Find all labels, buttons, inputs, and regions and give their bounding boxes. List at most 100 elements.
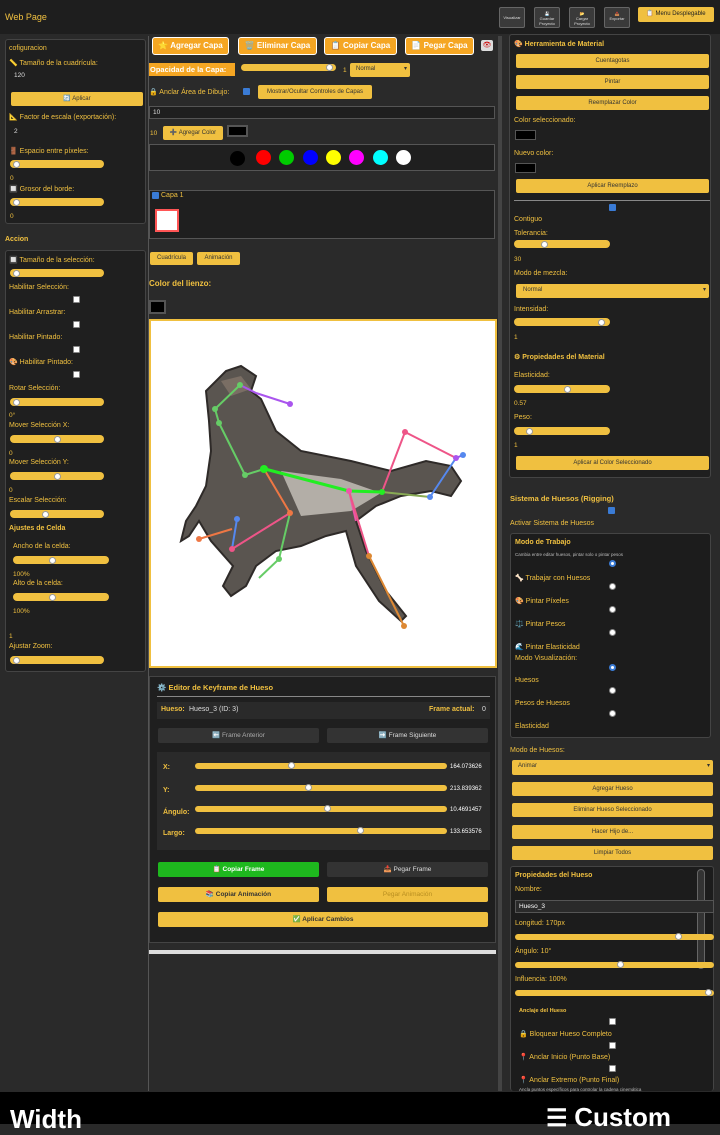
move-x-slider[interactable]	[10, 435, 104, 443]
tolerance-slider[interactable]	[514, 240, 610, 248]
paste-layer-button[interactable]: 📄 Pegar Capa	[405, 37, 474, 55]
dropdown-menu-button[interactable]: 📋 Menu Desplegable	[638, 7, 714, 22]
scale-input[interactable]: 2	[11, 128, 143, 139]
replace-color-button[interactable]: Reemplazar Color	[516, 96, 709, 110]
add-bone-button[interactable]: Agregar Hueso	[512, 782, 713, 796]
copy-layer-button[interactable]: 📋 Copiar Capa	[324, 37, 397, 55]
grid-size-input[interactable]: 120	[11, 72, 143, 83]
save-project-button[interactable]: 💾 Guardar Proyecto	[534, 7, 560, 28]
view-weights-radio[interactable]	[609, 687, 616, 694]
anchor-start-checkbox[interactable]	[609, 1042, 616, 1049]
new-color-swatch[interactable]	[515, 163, 536, 173]
color-picker[interactable]	[227, 125, 248, 137]
mode-bones-radio[interactable]	[609, 560, 616, 567]
weight-slider[interactable]	[514, 427, 610, 435]
layer-visible-checkbox[interactable]	[152, 192, 159, 199]
properties-scrollbar[interactable]	[697, 869, 705, 969]
layer-thumbnail[interactable]	[155, 209, 179, 232]
animation-button[interactable]: Animación	[197, 252, 240, 265]
y-slider[interactable]	[195, 784, 447, 791]
grid-toggle-button[interactable]: Cuadrícula	[150, 252, 193, 265]
palette-swatch-red[interactable]	[256, 150, 271, 165]
make-child-button[interactable]: Hacer Hijo de...	[512, 825, 713, 839]
angle-slider[interactable]	[195, 805, 447, 812]
palette-swatch-blue[interactable]	[303, 150, 318, 165]
apply-replace-button[interactable]: Aplicar Reemplazo	[516, 179, 709, 193]
mode-elasticity-radio[interactable]	[609, 629, 616, 636]
delete-layer-button[interactable]: 🗑️ Eliminar Capa	[238, 37, 317, 55]
layer-blend-select[interactable]: Normal ▾	[350, 63, 410, 77]
apply-button[interactable]: 🔄 Aplicar	[11, 92, 143, 106]
copy-frame-button[interactable]: 📋 Copiar Frame	[158, 862, 319, 877]
clear-bones-button[interactable]: Limpiar Todos	[512, 846, 713, 860]
palette-swatch-yellow[interactable]	[326, 150, 341, 165]
add-color-button[interactable]: ➕ Agregar Color	[163, 126, 223, 140]
apply-to-selected-button[interactable]: Aplicar al Color Seleccionado	[516, 456, 709, 470]
next-frame-button[interactable]: ➡️ Frame Siguiente	[327, 728, 488, 743]
border-slider[interactable]	[10, 198, 104, 206]
lock-bone-checkbox[interactable]	[609, 1018, 616, 1025]
view-elasticity-label: Elasticidad	[515, 723, 549, 730]
export-button[interactable]: 📤 Exportar	[604, 7, 630, 28]
palette-swatch-green[interactable]	[279, 150, 294, 165]
bone-name-input[interactable]: Hueso_3	[515, 900, 714, 913]
rotate-slider[interactable]	[10, 398, 104, 406]
selected-color-swatch[interactable]	[515, 130, 536, 140]
paste-frame-button[interactable]: 📥 Pegar Frame	[327, 862, 488, 877]
enable-painted-checkbox[interactable]	[73, 371, 80, 378]
layer-size-input[interactable]: 10	[149, 106, 495, 119]
enable-selection-checkbox[interactable]	[73, 296, 80, 303]
paste-animation-button[interactable]: Pegar Animación	[327, 887, 488, 902]
pixel-spacing-slider[interactable]	[10, 160, 104, 168]
activate-rigging-checkbox[interactable]	[608, 507, 615, 514]
length-slider[interactable]	[195, 827, 447, 834]
footer-custom-label[interactable]: ☰ Custom	[546, 1102, 671, 1133]
bone-length-slider[interactable]	[515, 933, 714, 940]
visualize-button[interactable]: Visualizar	[499, 7, 525, 28]
anchor-end-checkbox[interactable]	[609, 1065, 616, 1072]
palette-swatch-black[interactable]	[230, 151, 245, 166]
scrollbar[interactable]	[498, 36, 502, 1091]
apply-changes-button[interactable]: ✅ Aplicar Cambios	[158, 912, 488, 927]
bone-influence-slider[interactable]	[515, 989, 714, 996]
contiguous-checkbox[interactable]	[609, 204, 616, 211]
zoom-slider[interactable]	[10, 656, 104, 664]
load-project-button[interactable]: 📂 Cargar Proyecto	[569, 7, 595, 28]
copy-animation-button[interactable]: 📚 Copiar Animación	[158, 887, 319, 902]
layer-name[interactable]: Capa 1	[161, 192, 184, 199]
move-y-slider[interactable]	[10, 472, 104, 480]
view-bones-radio[interactable]	[609, 664, 616, 671]
anchor-area-checkbox[interactable]	[243, 88, 250, 95]
view-elasticity-radio[interactable]	[609, 710, 616, 717]
blend-mode-select[interactable]: Normal ▾	[516, 284, 709, 298]
elasticity-slider[interactable]	[514, 385, 610, 393]
eye-icon[interactable]: 👁	[481, 40, 493, 51]
canvas-color-picker[interactable]	[149, 300, 166, 314]
add-layer-button[interactable]: ⭐ Agregar Capa	[152, 37, 229, 55]
palette-swatch-cyan[interactable]	[373, 150, 388, 165]
x-slider[interactable]	[195, 762, 447, 769]
scale-selection-slider[interactable]	[10, 510, 104, 518]
enable-drag-checkbox[interactable]	[73, 321, 80, 328]
mode-weights-radio[interactable]	[609, 606, 616, 613]
palette-swatch-magenta[interactable]	[349, 150, 364, 165]
selection-size-slider[interactable]	[10, 269, 104, 277]
eyedropper-button[interactable]: Cuentagotas	[516, 54, 709, 68]
keyframe-editor: ⚙️ Editor de Keyframe de Hueso Hueso: Hu…	[149, 676, 496, 943]
bone-angle-slider[interactable]	[515, 961, 714, 968]
toggle-layer-controls-button[interactable]: Mostrar/Ocultar Controles de Capas	[258, 85, 372, 99]
enable-paint-checkbox[interactable]	[73, 346, 80, 353]
delete-bone-button[interactable]: Eliminar Hueso Seleccionado	[512, 803, 713, 817]
paint-button[interactable]: Pintar	[516, 75, 709, 89]
cell-width-slider[interactable]	[13, 556, 109, 564]
intensity-slider[interactable]	[514, 318, 610, 326]
palette-swatch-white[interactable]	[396, 150, 411, 165]
drawing-canvas[interactable]	[149, 319, 497, 668]
tolerance-label: Tolerancia:	[514, 230, 548, 237]
cell-height-value: 100%	[13, 608, 30, 615]
opacity-slider[interactable]	[241, 64, 336, 71]
bone-mode-select[interactable]: Animar ▾	[512, 760, 713, 775]
prev-frame-button[interactable]: ⬅️ Frame Anterior	[158, 728, 319, 743]
cell-height-slider[interactable]	[13, 593, 109, 601]
mode-pixels-radio[interactable]	[609, 583, 616, 590]
